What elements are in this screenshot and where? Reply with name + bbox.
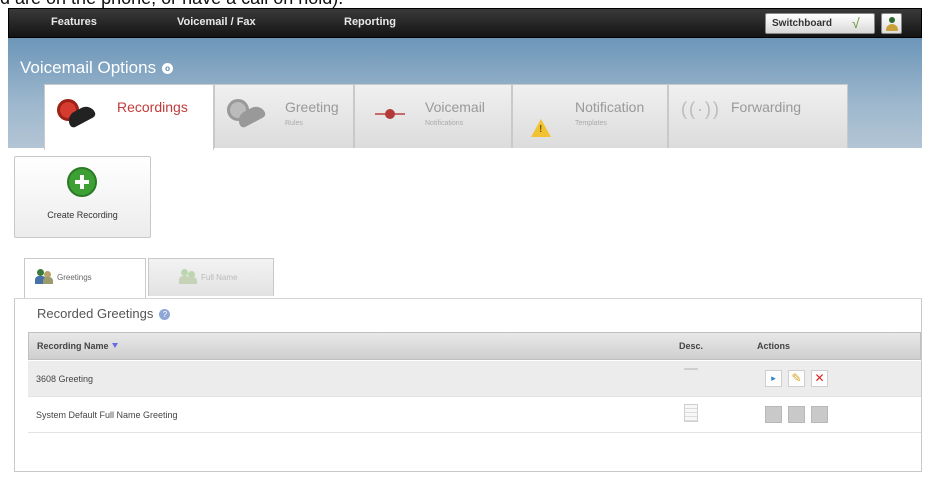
greetings-content: Recorded Greetings? Recording Name Desc.… [14, 298, 922, 472]
top-navigation-bar: Features Voicemail / Fax Reporting Switc… [8, 8, 922, 38]
voicemail-options-header: Voicemail Options o Recordings Greeting R… [8, 38, 922, 150]
full-name-people-icon [179, 267, 197, 285]
edit-icon[interactable]: ✎ [788, 370, 805, 387]
tab-voicemail-notifications[interactable]: Voicemail Notifications [354, 84, 512, 148]
description-icon[interactable] [684, 368, 698, 386]
sort-arrow-icon [111, 343, 118, 348]
play-icon[interactable]: ▸ [765, 370, 782, 387]
recording-name-cell: 3608 Greeting [36, 374, 94, 384]
nav-reporting[interactable]: Reporting [344, 16, 396, 28]
column-recording-name[interactable]: Recording Name [37, 341, 118, 351]
play-icon-disabled [765, 406, 782, 423]
delete-icon-disabled [811, 406, 828, 423]
tab-greeting-rules[interactable]: Greeting Rules [214, 84, 354, 148]
forwarding-signal-icon: ((·)) [681, 99, 721, 119]
tab-greeting-sublabel: Rules [285, 120, 303, 127]
tab-greeting-label: Greeting [285, 99, 339, 115]
user-account-button[interactable] [881, 13, 902, 34]
plus-icon [67, 167, 97, 197]
switchboard-button[interactable]: Switchboard √ [765, 13, 875, 34]
create-recording-label: Create Recording [47, 210, 118, 220]
column-actions: Actions [757, 341, 791, 351]
nav-voicemail-fax[interactable]: Voicemail / Fax [177, 16, 256, 28]
section-title: Recorded Greetings? [37, 306, 171, 321]
subtab-greetings-label: Greetings [57, 273, 92, 282]
table-header: Recording Name Desc. Actions [28, 332, 921, 360]
tab-notification-label: Notification [575, 99, 645, 115]
recording-name-cell: System Default Full Name Greeting [36, 410, 178, 420]
voicemail-wave-icon [375, 107, 405, 121]
switchboard-label: Switchboard [772, 18, 833, 29]
greeting-phone-icon [227, 99, 267, 129]
tab-notification-templates[interactable]: ! Notification Templates [512, 84, 668, 148]
table-row[interactable]: 3608 Greeting ▸ ✎ ✕ [28, 361, 921, 397]
truncated-caption: d are on the phone, or have a call on ho… [0, 0, 930, 8]
tab-recordings[interactable]: Recordings [44, 84, 214, 150]
tab-forwarding[interactable]: ((·)) Forwarding [668, 84, 848, 148]
page-title-text: Voicemail Options [20, 58, 157, 77]
tab-forwarding-label: Forwarding [731, 99, 802, 115]
table-row[interactable]: System Default Full Name Greeting [28, 397, 921, 433]
people-icon [35, 267, 53, 285]
subtab-full-name-label: Full Name [201, 273, 238, 282]
tab-voicemail-label: Voicemail [425, 99, 485, 115]
tab-notification-sublabel: Templates [575, 120, 607, 127]
section-title-text: Recorded Greetings [37, 306, 154, 321]
nav-features[interactable]: Features [51, 16, 97, 28]
phone-icon [57, 99, 97, 129]
column-desc: Desc. [679, 341, 704, 351]
help-icon[interactable]: o [162, 63, 174, 74]
delete-icon[interactable]: ✕ [811, 370, 828, 387]
subtab-greetings[interactable]: Greetings [24, 258, 146, 298]
check-icon: √ [852, 15, 860, 31]
recordings-panel: Greetings Full Name Recorded Greetings? … [14, 258, 922, 472]
warning-icon: ! [531, 119, 551, 139]
edit-icon-disabled [788, 406, 805, 423]
description-icon[interactable] [684, 404, 698, 422]
user-icon [889, 17, 895, 23]
tab-voicemail-sublabel: Notifications [425, 120, 464, 127]
subtab-full-name[interactable]: Full Name [148, 258, 274, 296]
create-recording-button[interactable]: Create Recording [14, 156, 151, 238]
truncated-caption-text: d are on the phone, or have a call on ho… [0, 0, 343, 8]
tab-recordings-label: Recordings [117, 99, 188, 115]
column-recording-name-label: Recording Name [37, 341, 109, 351]
page-title: Voicemail Options o [20, 58, 174, 78]
help-icon[interactable]: ? [159, 309, 171, 320]
